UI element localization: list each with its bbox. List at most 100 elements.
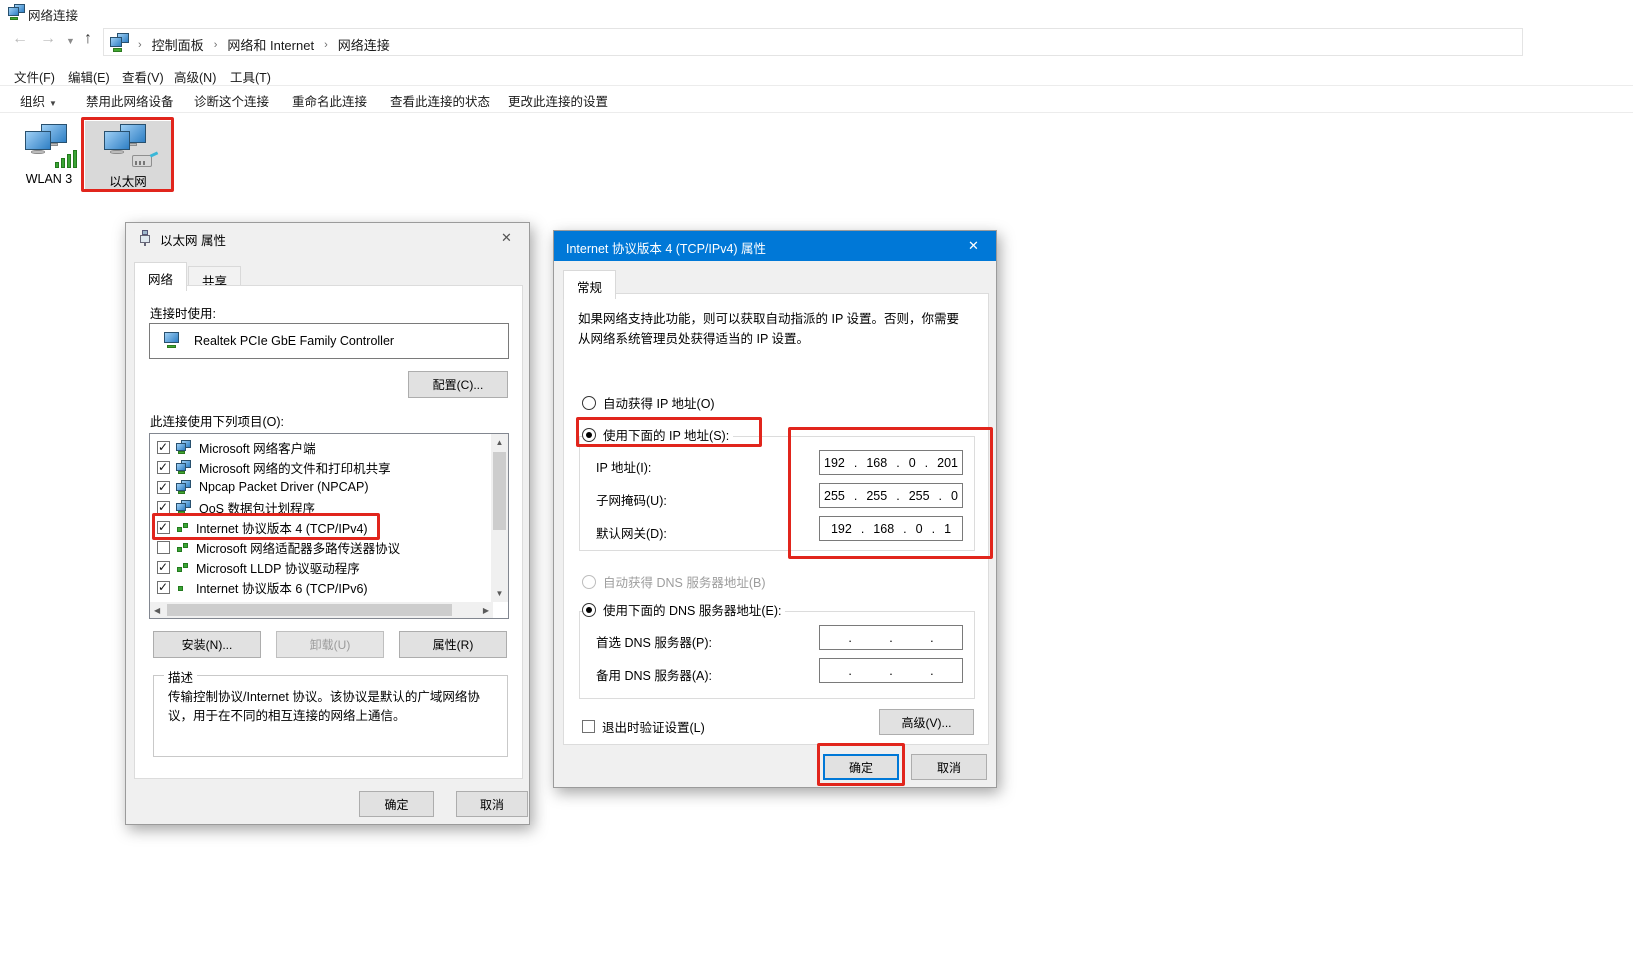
change-settings-button[interactable]: 更改此连接的设置 [508,91,608,110]
radio-manual-ip[interactable]: 使用下面的 IP 地址(S): [582,425,733,444]
network-connections-window: 网络连接 ← → ▼ ↑ › 控制面板 › 网络和 Internet › 网络连… [0,0,1633,979]
item-checkbox[interactable] [157,521,170,534]
wlan-icon [19,122,79,170]
breadcrumb-network-and-internet[interactable]: 网络和 Internet [227,35,314,54]
menu-file[interactable]: 文件(F) [10,65,59,88]
vertical-scroll-thumb[interactable] [493,452,506,530]
breadcrumb-chevron-icon: › [138,39,142,51]
connect-using-label: 连接时使用: [150,303,216,322]
breadcrumb-network-icon [110,33,130,53]
menu-advanced[interactable]: 高级(N) [170,65,220,88]
preferred-dns-field[interactable]: ... [819,625,963,650]
radio-manual-dns[interactable]: 使用下面的 DNS 服务器地址(E): [582,600,785,619]
disable-device-button[interactable]: 禁用此网络设备 [86,91,174,110]
horizontal-scroll-thumb[interactable] [167,604,452,616]
install-button[interactable]: 安装(N)... [153,631,261,658]
ipv4-intro-text: 如果网络支持此功能，则可以获取自动指派的 IP 设置。否则，你需要从网络系统管理… [578,309,968,349]
organize-button[interactable]: 组织▼ [20,91,57,110]
history-chevron-icon[interactable]: ▼ [66,36,75,46]
item-checkbox[interactable] [157,581,170,594]
ipv4-properties-dialog: Internet 协议版本 4 (TCP/IPv4) 属性 ✕ 常规 如果网络支… [553,230,997,788]
ethernet-ok-button[interactable]: 确定 [359,791,434,817]
horizontal-scrollbar[interactable]: ◀ ▶ [150,602,493,618]
radio-auto-ip[interactable]: 自动获得 IP 地址(O) [582,393,719,412]
vertical-scrollbar[interactable]: ▲ ▼ [491,434,508,602]
radio-manual-ip-label: 使用下面的 IP 地址(S): [603,425,729,444]
checkbox-icon[interactable] [582,720,595,733]
up-icon[interactable]: ↑ [76,30,100,48]
adapter-box: Realtek PCIe GbE Family Controller [149,323,509,359]
ipv4-dialog-titlebar[interactable]: Internet 协议版本 4 (TCP/IPv4) 属性 ✕ [554,231,996,261]
ethernet-dialog-close-icon[interactable]: ✕ [484,223,529,253]
item-checkbox[interactable] [157,561,170,574]
radio-disabled-icon [582,575,596,589]
breadcrumb-network-connections[interactable]: 网络连接 [338,35,390,54]
scroll-left-icon[interactable]: ◀ [154,606,160,615]
item-checkbox[interactable] [157,501,170,514]
radio-selected-icon[interactable] [582,603,596,617]
breadcrumb: › 控制面板 › 网络和 Internet › 网络连接 [138,35,390,54]
item-label: Microsoft 网络客户端 [199,438,316,457]
item-checkbox[interactable] [157,441,170,454]
alternate-dns-field[interactable]: ... [819,658,963,683]
ip-address-label: IP 地址(I): [596,457,651,476]
list-item[interactable]: Npcap Packet Driver (NPCAP) [151,477,490,497]
ethernet-dialog-title: 以太网 属性 [160,230,226,249]
list-item[interactable]: Microsoft 网络客户端 [151,437,490,457]
default-gateway-field[interactable]: 192.168.0.1 [819,516,963,541]
item-label: Internet 协议版本 4 (TCP/IPv4) [196,518,368,537]
scroll-right-icon[interactable]: ▶ [483,606,489,615]
radio-icon[interactable] [582,396,596,410]
protocol-icon [176,521,190,533]
connection-wlan3[interactable]: WLAN 3 [12,122,86,186]
forward-icon[interactable]: → [36,30,60,48]
view-status-button[interactable]: 查看此连接的状态 [390,91,490,110]
list-item[interactable]: Microsoft LLDP 协议驱动程序 [151,557,490,577]
rename-connection-button[interactable]: 重命名此连接 [292,91,367,110]
item-checkbox[interactable] [157,541,170,554]
item-checkbox[interactable] [157,481,170,494]
radio-selected-icon[interactable] [582,428,596,442]
validate-settings-checkbox[interactable]: 退出时验证设置(L) [582,717,705,736]
tab-general[interactable]: 常规 [563,270,616,299]
tab-network[interactable]: 网络 [134,262,187,291]
configure-button[interactable]: 配置(C)... [408,371,508,398]
advanced-button[interactable]: 高级(V)... [879,709,974,735]
menu-view[interactable]: 查看(V) [118,65,168,88]
ethernet-icon [98,123,158,169]
breadcrumb-control-panel[interactable]: 控制面板 [152,35,204,54]
scroll-up-icon[interactable]: ▲ [491,438,508,447]
list-item[interactable]: Microsoft 网络适配器多路传送器协议 [151,537,490,557]
ethernet-cancel-button[interactable]: 取消 [456,791,528,817]
client-service-icon [176,460,193,475]
ipv4-dialog-close-icon[interactable]: ✕ [951,231,996,261]
ipv4-ok-button[interactable]: 确定 [823,754,899,780]
subnet-mask-field[interactable]: 255.255.255.0 [819,483,963,508]
list-item-ipv4[interactable]: Internet 协议版本 4 (TCP/IPv4) [151,517,490,537]
ipv4-dialog-title: Internet 协议版本 4 (TCP/IPv4) 属性 [566,238,766,257]
item-label: QoS 数据包计划程序 [199,498,315,517]
ipv4-cancel-button[interactable]: 取消 [911,754,987,780]
item-label: Npcap Packet Driver (NPCAP) [199,480,369,494]
diagnose-connection-button[interactable]: 诊断这个连接 [194,91,269,110]
menu-tools[interactable]: 工具(T) [226,65,275,88]
menu-edit[interactable]: 编辑(E) [64,65,114,88]
chevron-down-icon: ▼ [49,99,57,108]
list-item[interactable]: QoS 数据包计划程序 [151,497,490,517]
list-item[interactable]: Internet 协议版本 6 (TCP/IPv6) [151,577,490,597]
scroll-down-icon[interactable]: ▼ [491,589,508,598]
menu-bar: 文件(F) 编辑(E) 查看(V) 高级(N) 工具(T) [0,60,1633,86]
connection-ethernet[interactable]: 以太网 [85,121,171,189]
description-text: 传输控制协议/Internet 协议。该协议是默认的广域网络协议，用于在不同的相… [168,688,494,727]
ethernet-dialog-titlebar[interactable]: 以太网 属性 ✕ [126,223,529,253]
alternate-dns-label: 备用 DNS 服务器(A): [596,665,712,684]
properties-button[interactable]: 属性(R) [399,631,507,658]
ip-address-field[interactable]: 192.168.0.201 [819,450,963,475]
list-item[interactable]: Microsoft 网络的文件和打印机共享 [151,457,490,477]
components-listbox[interactable]: Microsoft 网络客户端 Microsoft 网络的文件和打印机共享 Np… [149,433,509,619]
address-bar[interactable]: › 控制面板 › 网络和 Internet › 网络连接 [103,28,1523,56]
item-checkbox[interactable] [157,461,170,474]
ethernet-dialog-tabs: 网络共享 [134,262,242,286]
back-icon[interactable]: ← [8,30,32,48]
description-groupbox: 描述 传输控制协议/Internet 协议。该协议是默认的广域网络协议，用于在不… [153,675,508,757]
